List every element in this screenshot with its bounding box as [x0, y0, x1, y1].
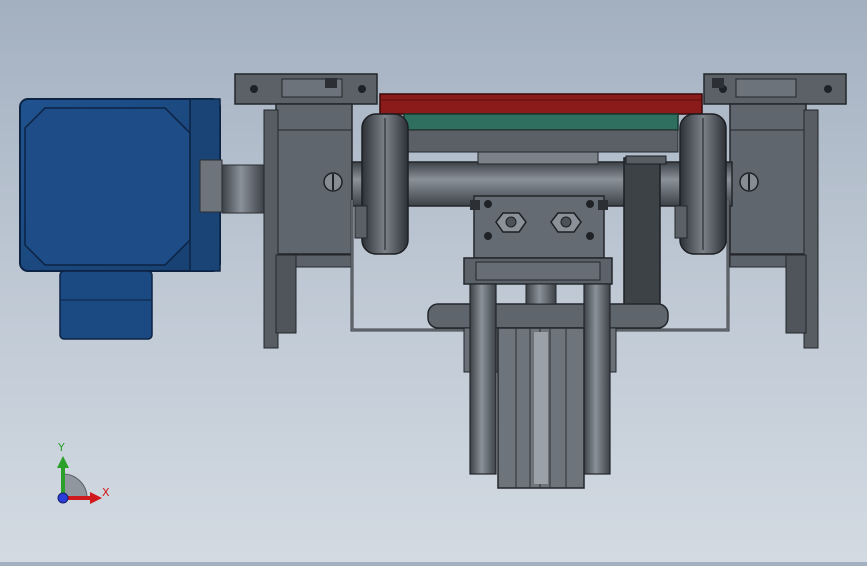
red-plate [379, 93, 703, 115]
coordinate-triad [57, 456, 102, 504]
vertical-plate [623, 157, 661, 329]
y-axis-label: Y [58, 441, 65, 454]
carrier-plate [379, 93, 703, 153]
coupling [199, 159, 265, 214]
assembly-drawing [19, 73, 847, 504]
cad-viewport[interactable]: Y X [0, 0, 867, 562]
mount-plate [427, 303, 669, 329]
gearbox-output [59, 270, 153, 340]
left-wheel [354, 113, 409, 255]
motor-face [24, 107, 191, 266]
z-axis-dot [57, 492, 69, 504]
motor [19, 98, 221, 340]
green-plate [403, 113, 679, 131]
x-axis-label: X [102, 486, 110, 499]
right-wheel [674, 113, 727, 255]
